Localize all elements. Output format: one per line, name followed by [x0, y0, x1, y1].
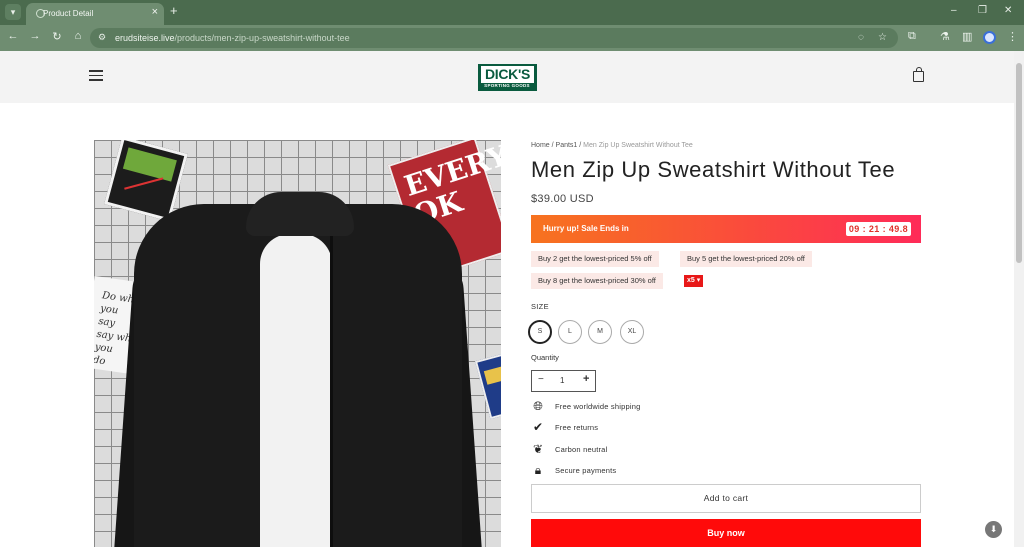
browser-tab-strip: ▾ Product Detail × + – ❐ ✕ — [0, 0, 1024, 25]
check-circle-icon: ✔︎ — [532, 420, 544, 434]
decor-blue-card — [474, 350, 501, 420]
size-option-s[interactable]: S — [528, 320, 552, 344]
bulk-offer-badge: Buy 5 get the lowest-priced 20% off — [680, 251, 812, 267]
size-option-m[interactable]: M — [588, 320, 612, 344]
logo-wordmark: DICK'S — [481, 66, 534, 83]
close-icon[interactable]: × — [152, 6, 158, 18]
extensions-icon[interactable]: ⧉ — [908, 30, 916, 43]
breadcrumb: Home / Pants1 / Men Zip Up Sweatshirt Wi… — [531, 142, 693, 149]
jacket-zipper — [330, 236, 333, 547]
bookmark-star-icon[interactable]: ☆ — [878, 32, 887, 43]
store-header: DICK'S SPORTING GOODS — [0, 51, 1014, 103]
site-info-icon[interactable]: ⚙ — [98, 32, 106, 43]
floating-widget-icon[interactable]: ⬇ — [985, 521, 1002, 538]
bulk-offer-badge: Buy 2 get the lowest-priced 5% off — [531, 251, 659, 267]
close-window-icon[interactable]: ✕ — [1004, 5, 1012, 16]
quantity-increase-button[interactable]: + — [583, 373, 589, 385]
product-image[interactable]: EVERY OK Do what you say say what you do — [94, 140, 501, 547]
restore-icon[interactable]: ❐ — [978, 5, 987, 16]
logo-subtext: SPORTING GOODS — [484, 83, 530, 88]
breadcrumb-category[interactable]: Pants1 — [556, 142, 578, 149]
size-option-l[interactable]: L — [558, 320, 582, 344]
address-bar[interactable]: ⚙ erudsiteise.live/products/men-zip-up-s… — [90, 28, 898, 48]
white-tee — [260, 234, 332, 547]
tab-title: Product Detail — [43, 9, 94, 18]
url-text: erudsiteise.live/products/men-zip-up-swe… — [115, 33, 350, 43]
reload-icon[interactable]: ↻ — [50, 30, 64, 43]
feature-text: Free worldwide shipping — [555, 402, 641, 411]
sale-countdown-banner: Hurry up! Sale Ends in 09 : 21 : 49.8 — [531, 215, 921, 243]
menu-dots-icon[interactable]: ⋮ — [1007, 30, 1018, 43]
browser-tab[interactable]: Product Detail × — [26, 3, 164, 25]
browser-toolbar: ← → ↻ ⌂ ⚙ erudsiteise.live/products/men-… — [0, 25, 1024, 51]
page-scrollbar[interactable] — [1014, 51, 1024, 547]
minimize-icon[interactable]: – — [951, 5, 957, 16]
new-tab-button[interactable]: + — [170, 3, 178, 18]
cart-bag-icon[interactable] — [913, 67, 924, 82]
jacket-collar — [246, 192, 354, 236]
eye-off-icon[interactable]: ◌ — [858, 32, 864, 43]
quantity-label: Quantity — [531, 353, 559, 362]
home-icon[interactable]: ⌂ — [71, 30, 85, 42]
breadcrumb-current: Men Zip Up Sweatshirt Without Tee — [583, 142, 693, 149]
offer-count-badge[interactable]: x5 ▾ — [684, 275, 704, 287]
hamburger-menu-icon[interactable] — [89, 70, 103, 81]
forward-icon[interactable]: → — [28, 30, 42, 42]
profile-avatar[interactable] — [983, 31, 996, 44]
add-to-cart-button[interactable]: Add to cart — [531, 484, 921, 513]
feature-text: Free returns — [555, 423, 599, 432]
quantity-stepper: − 1 + — [531, 370, 596, 392]
buy-now-button[interactable]: Buy now — [531, 519, 921, 547]
store-logo[interactable]: DICK'S SPORTING GOODS — [478, 64, 537, 91]
breadcrumb-home[interactable]: Home — [531, 142, 550, 149]
scrollbar-thumb[interactable] — [1016, 63, 1022, 263]
feature-text: Carbon neutral — [555, 445, 608, 454]
quantity-input[interactable]: 1 — [560, 376, 564, 385]
lock-icon: 🔒︎ — [534, 463, 542, 477]
side-panel-icon[interactable]: ▥ — [962, 30, 972, 43]
size-option-xl[interactable]: XL — [620, 320, 644, 344]
quantity-decrease-button[interactable]: − — [538, 374, 544, 385]
feature-text: Secure payments — [555, 466, 617, 475]
product-title: Men Zip Up Sweatshirt Without Tee — [531, 157, 896, 182]
chevron-down-icon[interactable]: ▾ — [5, 4, 21, 20]
bulk-offer-badge: Buy 8 get the lowest-priced 30% off — [531, 273, 663, 289]
lab-flask-icon[interactable]: ⚗ — [940, 30, 950, 43]
sale-label: Hurry up! Sale Ends in — [543, 224, 629, 233]
leaf-icon: ❦ — [532, 442, 544, 456]
back-icon[interactable]: ← — [6, 30, 20, 42]
product-price: $39.00 USD — [531, 193, 594, 205]
globe-icon: 🌐︎ — [533, 399, 543, 413]
size-label: SIZE — [531, 302, 549, 311]
countdown-timer: 09 : 21 : 49.8 — [845, 222, 911, 236]
